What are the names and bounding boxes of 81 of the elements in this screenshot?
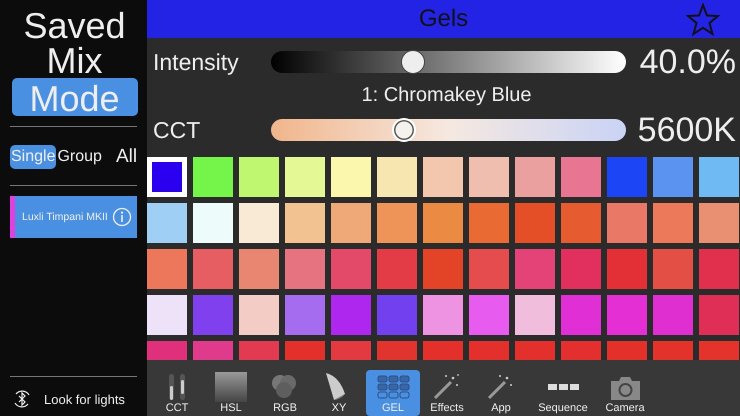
gel-swatch[interactable]	[193, 203, 233, 243]
gel-swatch[interactable]	[423, 249, 463, 289]
star-icon[interactable]	[686, 3, 720, 36]
gel-swatch[interactable]	[653, 203, 693, 243]
gel-swatch[interactable]	[193, 157, 233, 197]
gel-swatch[interactable]	[331, 295, 371, 335]
gel-swatch[interactable]	[699, 203, 739, 243]
cct-slider[interactable]	[271, 119, 626, 141]
gel-swatch[interactable]	[239, 157, 279, 197]
gel-swatch[interactable]	[699, 249, 739, 289]
gel-swatch[interactable]	[607, 157, 647, 197]
mode-tab[interactable]: RGB	[258, 370, 312, 416]
gel-swatch[interactable]	[469, 295, 509, 335]
gel-swatch[interactable]	[607, 295, 647, 335]
gel-swatch[interactable]	[423, 157, 463, 197]
slider-reading: 5600K	[636, 110, 737, 150]
gel-swatch[interactable]	[423, 295, 463, 335]
mode-tab[interactable]: Mix	[12, 43, 138, 78]
gel-swatch[interactable]	[285, 295, 325, 335]
gel-swatch[interactable]	[653, 249, 693, 289]
gel-swatch[interactable]	[515, 203, 555, 243]
gel-swatch[interactable]	[147, 295, 187, 335]
cct-icon	[169, 374, 185, 400]
gel-swatch[interactable]	[239, 295, 279, 335]
gel-swatch[interactable]	[469, 203, 509, 243]
slider-reading: 40.0%	[638, 42, 737, 82]
gel-swatch[interactable]	[285, 157, 325, 197]
look-for-lights-button[interactable]: Look for lights	[10, 389, 139, 409]
mode-tab[interactable]: XY	[312, 370, 366, 416]
mode-tab[interactable]: App	[474, 370, 528, 416]
gel-swatch[interactable]	[239, 249, 279, 289]
gel-swatch[interactable]	[239, 203, 279, 243]
page-title: Gels	[418, 5, 468, 33]
hsl-icon	[214, 372, 248, 402]
slider-label: CCT	[153, 116, 202, 144]
gel-swatch[interactable]	[377, 249, 417, 289]
gel-swatch[interactable]	[515, 295, 555, 335]
gel-swatch[interactable]	[469, 157, 509, 197]
gel-swatch[interactable]	[285, 203, 325, 243]
bluetooth-refresh-icon	[12, 389, 32, 409]
mode-tab[interactable]: HSL	[204, 370, 258, 416]
gel-swatch[interactable]	[561, 249, 601, 289]
mode-tab[interactable]: Saved	[12, 8, 138, 43]
gel-swatch[interactable]	[331, 203, 371, 243]
mode-tab[interactable]: Camera	[598, 370, 652, 416]
gel-name: 1: Chromakey Blue	[360, 84, 533, 107]
slider-thumb[interactable]	[401, 50, 425, 74]
gel-swatch[interactable]	[423, 203, 463, 243]
scope-tab[interactable]: All	[114, 143, 138, 171]
gel-swatch[interactable]	[331, 249, 371, 289]
gel-swatch[interactable]	[515, 249, 555, 289]
mode-tab[interactable]: CCT	[150, 370, 204, 416]
gel-swatch[interactable]	[699, 157, 739, 197]
gel-swatch[interactable]	[193, 295, 233, 335]
intensity-slider[interactable]	[271, 51, 626, 73]
scope-tab[interactable]: Group	[56, 145, 103, 169]
gel-swatch[interactable]	[561, 157, 601, 197]
sequence-icon	[548, 384, 578, 390]
gel-swatch[interactable]	[147, 249, 187, 289]
mode-tab[interactable]: Effects	[420, 370, 474, 416]
gel-swatch[interactable]	[699, 295, 739, 335]
slider-label: Intensity	[153, 48, 240, 76]
gel-swatch[interactable]	[377, 295, 417, 335]
gel-swatch[interactable]	[469, 249, 509, 289]
gel-swatch[interactable]	[193, 249, 233, 289]
gel-swatch[interactable]	[653, 295, 693, 335]
gel-swatch[interactable]	[653, 157, 693, 197]
gel-swatch[interactable]	[607, 203, 647, 243]
gel-swatch[interactable]	[515, 157, 555, 197]
info-icon[interactable]	[112, 207, 132, 227]
gel-swatch[interactable]	[561, 295, 601, 335]
gel-swatch[interactable]	[331, 157, 371, 197]
gel-swatch[interactable]	[147, 203, 187, 243]
gel-swatch[interactable]	[561, 203, 601, 243]
mode-tab[interactable]: Sequence	[528, 370, 598, 416]
gel-swatch[interactable]	[147, 157, 187, 197]
gel-swatch[interactable]	[377, 157, 417, 197]
gel-swatch[interactable]	[607, 249, 647, 289]
gel-swatch[interactable]	[285, 249, 325, 289]
gel-swatch[interactable]	[377, 203, 417, 243]
device-name: Luxli Timpani MKII	[22, 211, 108, 223]
